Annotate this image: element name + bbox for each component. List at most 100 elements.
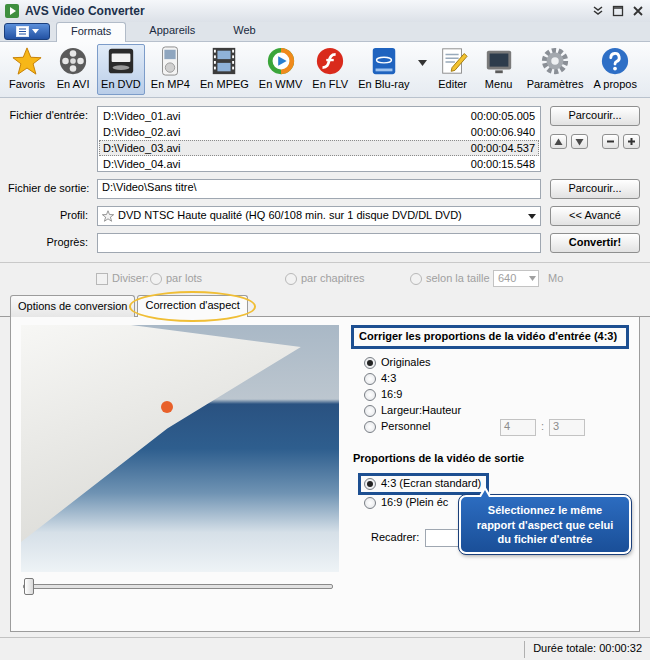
status-separator xyxy=(524,641,525,658)
remove-file-button[interactable] xyxy=(602,134,619,149)
ribbon-tab[interactable]: Formats xyxy=(56,22,126,42)
flash-icon xyxy=(315,46,345,76)
format-button[interactable]: En FLV xyxy=(308,44,352,95)
maximize-icon[interactable] xyxy=(610,3,626,19)
move-down-button[interactable] xyxy=(571,134,588,149)
split-option: selon la taille xyxy=(410,272,493,286)
split-options: Diviser: par lots par chapitres selon la ta… xyxy=(0,263,650,294)
film-strip-icon xyxy=(209,46,239,76)
option-label: Personnel xyxy=(381,420,495,434)
toolbar-label: En MPEG xyxy=(200,78,249,92)
split-option-label: selon la taille xyxy=(426,272,490,286)
option-label: 4:3 (Ecran standard) xyxy=(381,477,481,491)
radio-button[interactable] xyxy=(364,421,376,433)
format-button[interactable]: En MP4 xyxy=(147,44,194,95)
panel-tab[interactable]: Correction d'aspect xyxy=(137,295,247,317)
move-up-button[interactable] xyxy=(550,134,567,149)
convert-button[interactable]: Convertir! xyxy=(550,233,640,253)
star-icon xyxy=(12,46,42,76)
custom-ratio: 4:3 xyxy=(500,419,585,436)
more-formats-icon[interactable] xyxy=(418,60,427,66)
slider-thumb[interactable] xyxy=(24,578,34,595)
menu-icon xyxy=(16,26,29,37)
ribbon-tabs: Formats Appareils Web xyxy=(56,21,271,41)
total-duration: Durée totale: 00:00:32 xyxy=(533,642,642,656)
aspect-option[interactable]: Personnel 4:3 xyxy=(364,419,629,436)
format-button[interactable]: Favoris xyxy=(5,44,49,95)
file-row[interactable]: D:\Video_02.avi00:00:06.940 xyxy=(99,124,539,140)
radio-button[interactable] xyxy=(364,357,376,369)
browse-input-button[interactable]: Parcourir... xyxy=(550,106,640,126)
ratio-width-field: 4 xyxy=(500,419,536,436)
format-button[interactable]: Editer xyxy=(431,44,475,95)
output-path-field[interactable]: D:\Video\Sans titre\ xyxy=(97,179,541,199)
file-duration: 00:00:15.548 xyxy=(471,157,535,171)
split-label: Diviser: xyxy=(112,272,149,286)
aspect-option[interactable]: Originales xyxy=(364,355,629,371)
radio-button xyxy=(150,273,162,285)
aspect-option[interactable]: 16:9 xyxy=(364,387,629,403)
file-row[interactable]: D:\Video_04.avi 00:00:15.548 xyxy=(99,156,539,172)
format-button[interactable]: Menu xyxy=(477,44,521,95)
radio-button[interactable] xyxy=(364,373,376,385)
slider-track[interactable] xyxy=(23,584,333,589)
output-aspect-option[interactable]: 4:3 (Ecran standard) xyxy=(358,473,489,495)
option-label: Largeur:Hauteur xyxy=(381,404,461,418)
format-button[interactable]: Paramètres xyxy=(523,44,588,95)
split-checkbox xyxy=(96,273,108,285)
input-file-list[interactable]: D:\Video_01.avi00:00:05.005D:\Video_02.a… xyxy=(97,106,541,172)
split-option: par chapitres xyxy=(285,272,410,286)
preview-slider[interactable] xyxy=(21,576,339,596)
output-label: Fichier de sortie: xyxy=(8,179,88,196)
progress-label: Progrès: xyxy=(8,233,88,250)
collapse-icon[interactable] xyxy=(590,3,606,19)
radio-button[interactable] xyxy=(364,497,376,509)
split-size-item: 640 xyxy=(493,270,548,287)
gear-icon xyxy=(540,46,570,76)
format-button[interactable]: En WMV xyxy=(255,44,306,95)
app-menu-button[interactable] xyxy=(4,23,50,40)
panel-tab[interactable]: Options de conversion xyxy=(10,295,135,317)
format-button[interactable]: En MPEG xyxy=(196,44,253,95)
toolbar-label: Editer xyxy=(438,78,467,92)
profile-value: DVD NTSC Haute qualité (HQ 60/108 min. s… xyxy=(118,209,524,223)
radio-button[interactable] xyxy=(364,389,376,401)
advanced-button[interactable]: << Avancé xyxy=(550,206,640,226)
ribbon-tab[interactable]: Appareils xyxy=(134,21,210,41)
add-file-button[interactable] xyxy=(623,134,640,149)
dvd-icon xyxy=(106,46,136,76)
aspect-option[interactable]: 4:3 xyxy=(364,371,629,387)
radio-button[interactable] xyxy=(364,478,376,490)
close-icon[interactable] xyxy=(630,3,646,19)
browse-output-button[interactable]: Parcourir... xyxy=(550,179,640,199)
file-name: D:\Video_04.avi xyxy=(103,157,180,171)
toolbar-label: A propos xyxy=(593,78,636,92)
toolbar-label: En WMV xyxy=(259,78,302,92)
ratio-separator: : xyxy=(541,420,544,434)
profile-star-icon xyxy=(102,210,114,222)
format-toolbar: FavorisEn AVIEn DVD En MP4 En MPEG En WMV En… xyxy=(0,42,650,98)
plus-icon xyxy=(627,137,636,146)
edit-icon xyxy=(438,46,468,76)
format-button[interactable]: En AVI xyxy=(51,44,95,95)
toolbar-label: Paramètres xyxy=(527,78,584,92)
format-button[interactable]: En Blu-ray xyxy=(354,44,413,95)
tip-callout: Sélectionnez le même rapport d'aspect qu… xyxy=(459,495,631,554)
radio-button[interactable] xyxy=(364,405,376,417)
file-row[interactable]: D:\Video_03.avi00:00:04.537 xyxy=(99,140,539,156)
ribbon-tab[interactable]: Web xyxy=(218,21,270,41)
split-option-label: par lots xyxy=(166,272,202,286)
file-row[interactable]: D:\Video_01.avi00:00:05.005 xyxy=(99,108,539,124)
split-size-select: 640 xyxy=(493,270,539,287)
format-button[interactable]: En DVD xyxy=(97,44,145,95)
output-aspect-options: 4:3 (Ecran standard)16:9 (Plein écSélect… xyxy=(351,465,629,511)
ratio-height: 3 xyxy=(553,420,559,432)
toolbar-label: En MP4 xyxy=(151,78,190,92)
format-button[interactable]: A propos xyxy=(589,44,640,95)
profile-select[interactable]: DVD NTSC Haute qualité (HQ 60/108 min. s… xyxy=(97,206,541,226)
option-label: 16:9 xyxy=(381,388,402,402)
input-aspect-options: Originales4:316:9Largeur:HauteurPersonne… xyxy=(351,349,629,436)
app-logo-icon xyxy=(4,3,20,19)
progress-bar xyxy=(97,233,541,253)
aspect-option[interactable]: Largeur:Hauteur xyxy=(364,403,629,419)
